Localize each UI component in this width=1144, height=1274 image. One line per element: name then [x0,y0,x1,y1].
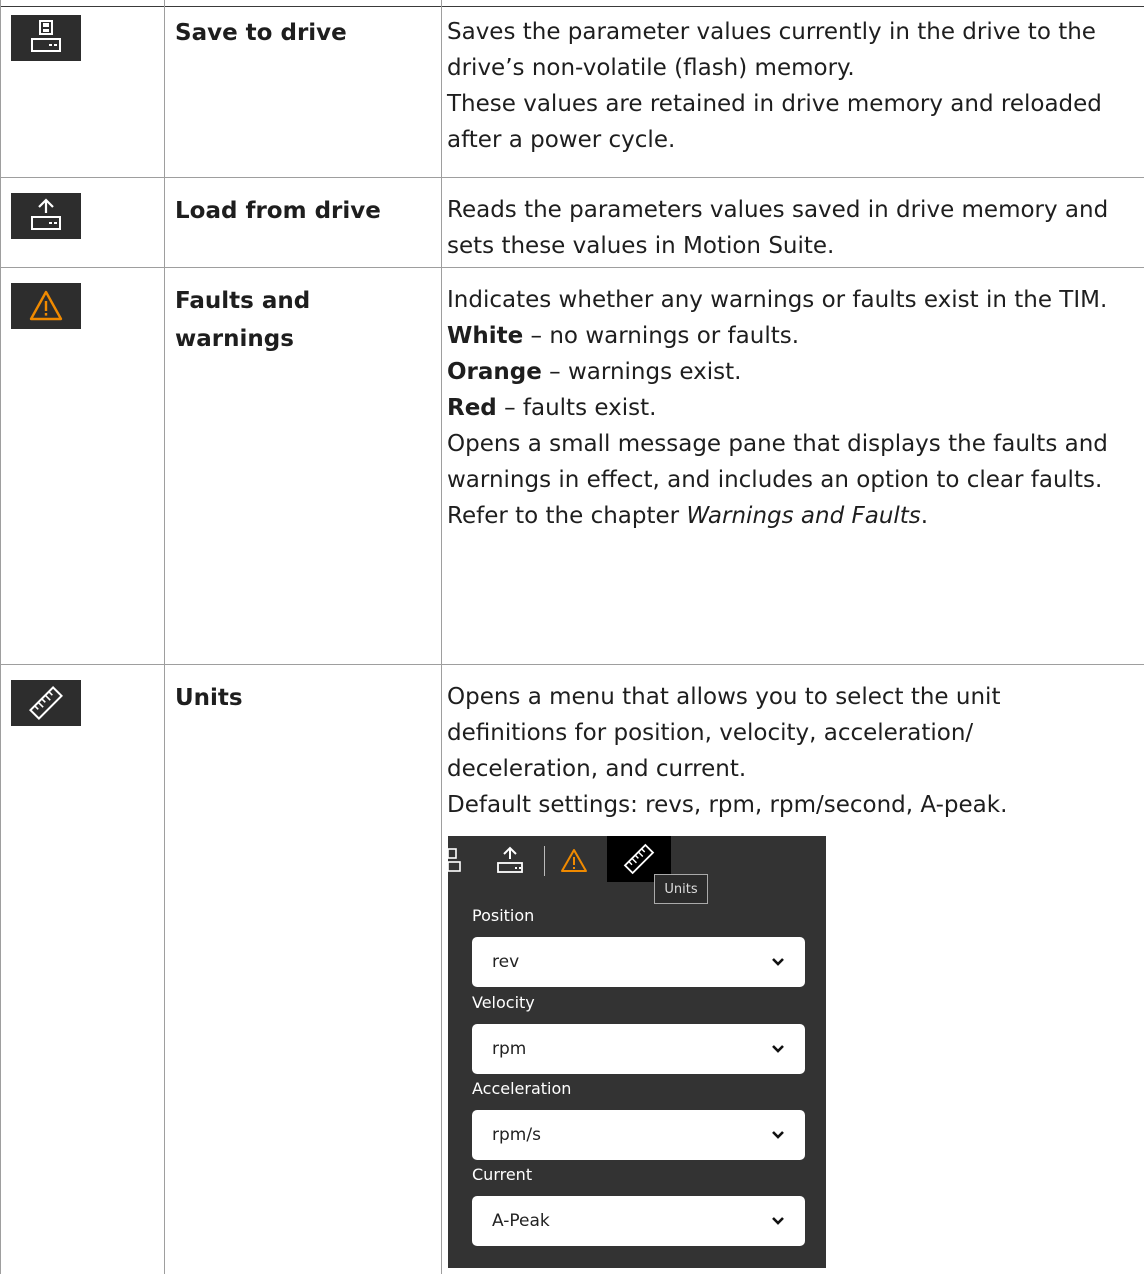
row-name: Save to drive [175,20,347,46]
acceleration-value: rpm/s [492,1125,541,1145]
velocity-label: Velocity [472,993,535,1012]
load-from-drive-icon [11,193,81,239]
description-paragraph: Default settings: revs, rpm, rpm/second,… [447,792,1008,818]
save-to-drive-icon [11,15,81,61]
state-white: White – no warnings or faults. [447,318,1137,354]
toolbar-separator [542,836,546,886]
state-orange: Orange – warnings exist. [447,354,1137,390]
row-divider [0,267,1144,268]
acceleration-label: Acceleration [472,1079,572,1098]
refer-line: Refer to the chapter Warnings and Faults… [447,498,1137,534]
row-description: Saves the parameter values currently in … [447,14,1137,158]
velocity-value: rpm [492,1039,527,1059]
toolbar-reference-table: Save to drive Saves the parameter values… [0,0,1144,1274]
description-paragraph: Reads the parameters values saved in dri… [447,197,1109,259]
row-name: Units [175,685,243,711]
velocity-select[interactable]: rpm [472,1024,805,1074]
description-paragraph: Opens a menu that allows you to select t… [447,684,1001,782]
units-menu-screenshot: Units Position rev Velocity rpm Accelera… [448,836,826,1268]
state-label: Orange [447,359,542,385]
position-select[interactable]: rev [472,937,805,987]
description-paragraph: Saves the parameter values currently in … [447,19,1096,81]
chevron-down-icon [771,1211,785,1231]
row-name: Load from drive [175,198,381,224]
chevron-down-icon [771,952,785,972]
acceleration-select[interactable]: rpm/s [472,1110,805,1160]
state-label: Red [447,395,497,421]
row-divider [0,664,1144,665]
column-divider [164,0,165,1274]
warning-icon [11,283,81,329]
chapter-reference: Warnings and Faults [686,503,921,529]
description-paragraph: Indicates whether any warnings or faults… [447,287,1108,313]
table-left-border [0,0,1,1274]
state-text: – faults exist. [496,395,657,421]
row-description: Indicates whether any warnings or faults… [447,282,1137,534]
row-divider [0,177,1144,178]
current-select[interactable]: A-Peak [472,1196,805,1246]
units-tooltip: Units [654,874,708,904]
refer-suffix: . [920,503,929,529]
refer-prefix: Refer to the chapter [447,503,687,529]
position-label: Position [472,906,535,925]
warning-icon[interactable] [556,836,592,886]
load-from-drive-icon[interactable] [493,836,527,886]
current-label: Current [472,1165,533,1184]
column-divider [441,0,442,1274]
position-value: rev [492,952,520,972]
save-to-drive-icon[interactable] [448,836,464,886]
state-text: – warnings exist. [541,359,742,385]
description-paragraph: Opens a small message pane that displays… [447,431,1108,493]
state-red: Red – faults exist. [447,390,1137,426]
row-description: Opens a menu that allows you to select t… [447,679,1137,823]
state-label: White [447,323,524,349]
row-name: Faults and warnings [175,288,311,352]
ruler-icon [11,680,81,726]
table-top-border [0,6,1144,7]
current-value: A-Peak [492,1211,550,1231]
state-text: – no warnings or faults. [523,323,800,349]
chevron-down-icon [771,1039,785,1059]
chevron-down-icon [771,1125,785,1145]
row-description: Reads the parameters values saved in dri… [447,192,1137,264]
description-paragraph: These values are retained in drive memor… [447,91,1102,153]
